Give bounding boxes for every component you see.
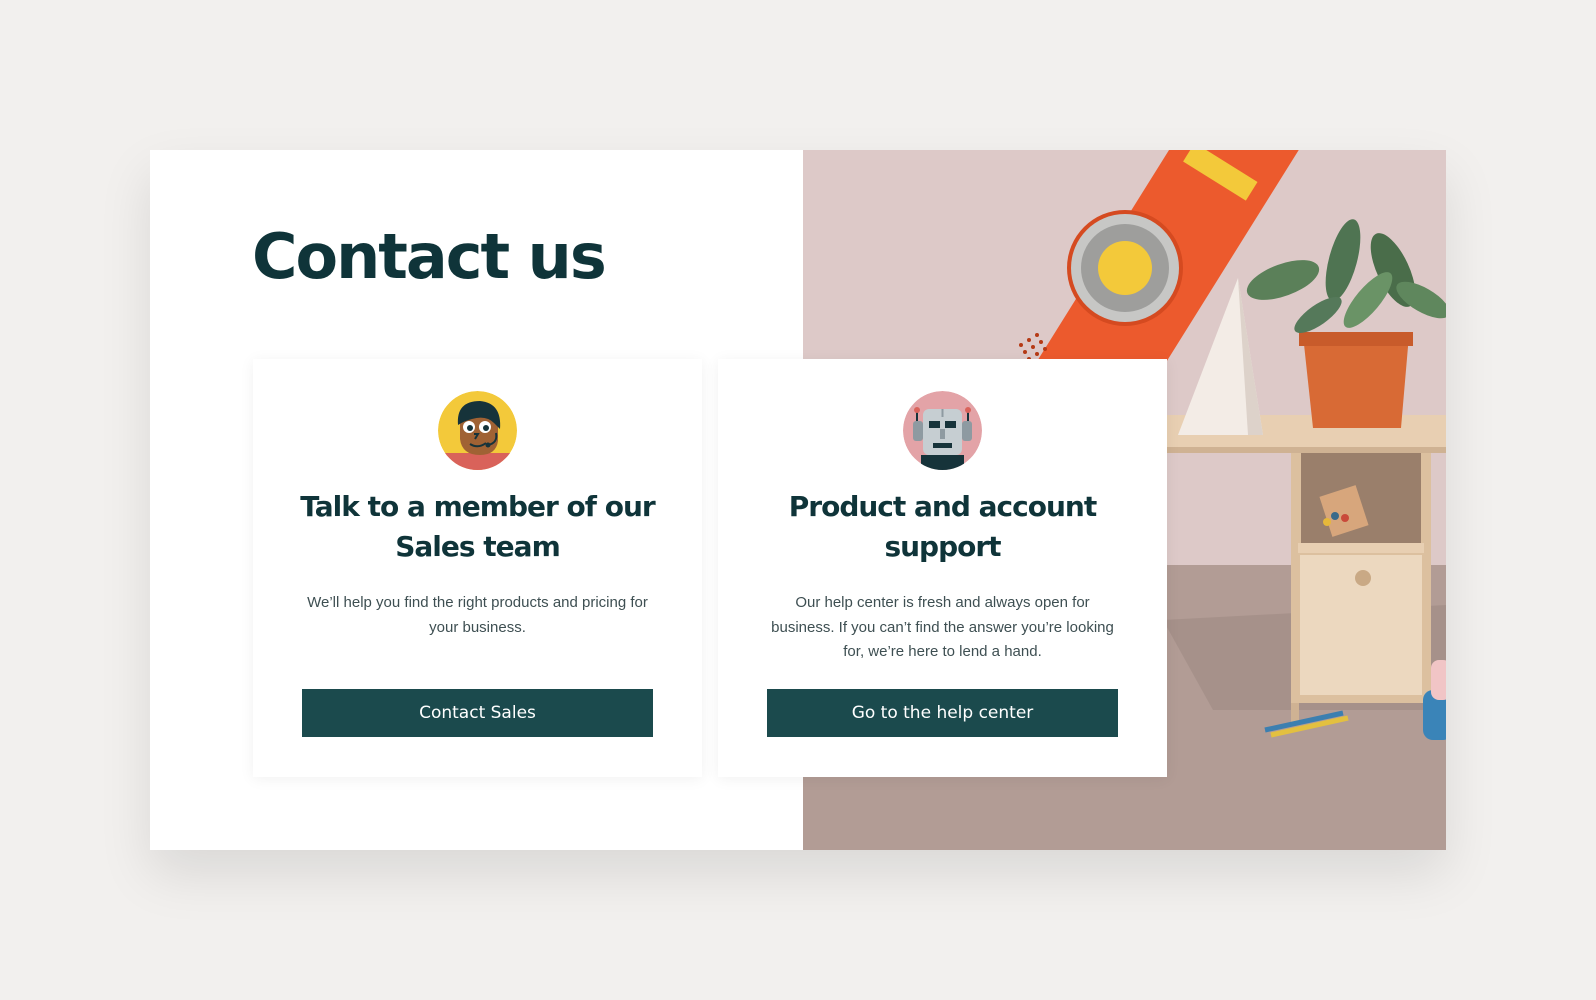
sales-card: Talk to a member of our Sales team We’ll… bbox=[253, 359, 702, 777]
page-title: Contact us bbox=[252, 220, 607, 293]
contact-sales-button[interactable]: Contact Sales bbox=[302, 689, 653, 737]
support-robot-avatar-icon bbox=[903, 391, 982, 470]
sales-card-description: We’ll help you find the right products a… bbox=[307, 594, 648, 636]
support-card-description: Our help center is fresh and always open… bbox=[771, 594, 1114, 660]
sales-card-heading: Talk to a member of our Sales team bbox=[300, 490, 655, 563]
help-center-button[interactable]: Go to the help center bbox=[767, 689, 1118, 737]
sales-agent-avatar-icon bbox=[438, 391, 517, 470]
support-card: Product and account support Our help cen… bbox=[718, 359, 1167, 777]
support-card-heading: Product and account support bbox=[788, 490, 1097, 563]
contact-panel: Contact us Talk to a member of our Sales… bbox=[150, 150, 1446, 850]
